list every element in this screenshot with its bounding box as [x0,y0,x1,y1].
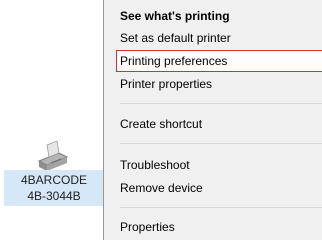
menu-separator [120,103,322,104]
menu-item-properties[interactable]: Properties [116,216,322,238]
menu-separator [120,143,322,144]
device-label[interactable]: 4BARCODE 4B-3044B [4,170,104,206]
menu-item-see-whats-printing[interactable]: See what's printing [116,5,322,27]
menu-item-create-shortcut[interactable]: Create shortcut [116,113,322,135]
menu-gutter [104,0,114,240]
device-name-line2: 4B-3044B [27,189,81,203]
menu-item-set-default-printer[interactable]: Set as default printer [116,27,322,49]
menu-item-remove-device[interactable]: Remove device [116,177,322,199]
menu-item-printing-preferences[interactable]: Printing preferences [116,50,322,72]
printer-icon [37,140,69,171]
context-menu: See what's printing Set as default print… [103,0,322,240]
device-name-line1: 4BARCODE [20,173,88,187]
menu-item-printer-properties[interactable]: Printer properties [116,73,322,95]
menu-separator [120,207,322,208]
menu-item-troubleshoot[interactable]: Troubleshoot [116,154,322,176]
